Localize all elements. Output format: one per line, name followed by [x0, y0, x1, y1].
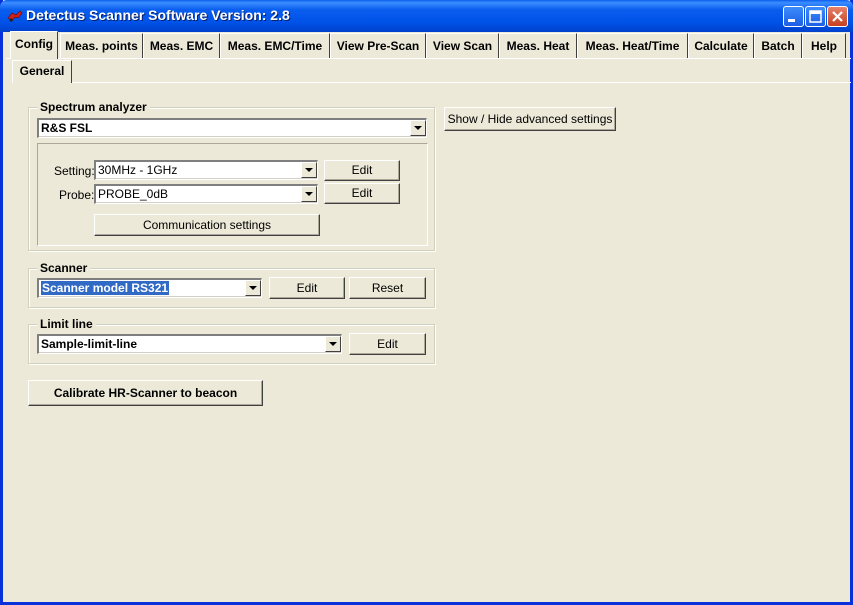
tab-calculate[interactable]: Calculate	[688, 33, 754, 58]
close-icon	[832, 11, 843, 22]
chevron-down-icon[interactable]	[325, 336, 341, 352]
tab-view-pre-scan[interactable]: View Pre-Scan	[330, 33, 426, 58]
minimize-button[interactable]	[783, 6, 804, 27]
analyzer-value: R&S FSL	[41, 121, 93, 135]
tab-config[interactable]: Config	[10, 31, 58, 59]
tab-view-scan[interactable]: View Scan	[426, 33, 499, 58]
limit-line-group: Limit line Sample-limit-line Edit	[28, 317, 435, 364]
subtab-panel-border	[12, 82, 851, 83]
main-tab-bar: Config Meas. points Meas. EMC Meas. EMC/…	[6, 31, 851, 59]
scanner-reset-button[interactable]: Reset	[349, 277, 426, 299]
minimize-icon	[788, 19, 795, 22]
communication-settings-button[interactable]: Communication settings	[94, 214, 320, 236]
spectrum-analyzer-label: Spectrum analyzer	[37, 100, 150, 114]
app-icon	[7, 10, 23, 22]
maximize-icon	[809, 10, 822, 23]
tab-meas-emc[interactable]: Meas. EMC	[143, 33, 220, 58]
probe-label: Probe:	[59, 188, 95, 202]
show-hide-advanced-button[interactable]: Show / Hide advanced settings	[444, 107, 616, 131]
chevron-down-icon[interactable]	[410, 120, 426, 136]
tab-meas-heat-time[interactable]: Meas. Heat/Time	[577, 33, 688, 58]
probe-edit-button[interactable]: Edit	[324, 183, 400, 204]
limit-line-edit-button[interactable]: Edit	[349, 333, 426, 355]
tab-general[interactable]: General	[12, 60, 72, 83]
probe-value: PROBE_0dB	[98, 187, 169, 201]
tab-panel-border	[6, 58, 851, 59]
limit-line-select[interactable]: Sample-limit-line	[37, 334, 342, 354]
analyzer-select[interactable]: R&S FSL	[37, 118, 427, 138]
setting-label: Setting:	[54, 164, 95, 178]
setting-value: 30MHz - 1GHz	[98, 163, 178, 177]
tab-help[interactable]: Help	[802, 33, 846, 58]
chevron-down-icon[interactable]	[245, 280, 261, 296]
setting-edit-button[interactable]: Edit	[324, 160, 400, 181]
scanner-model-value: Scanner model RS321	[41, 281, 170, 295]
scanner-group: Scanner Scanner model RS321 Edit Reset	[28, 261, 435, 308]
title-bar[interactable]: Detectus Scanner Software Version: 2.8	[0, 0, 853, 32]
limit-line-value: Sample-limit-line	[41, 337, 138, 351]
setting-select[interactable]: 30MHz - 1GHz	[94, 160, 318, 180]
analyzer-settings-frame: Setting: 30MHz - 1GHz Edit Probe: PROBE_…	[37, 143, 428, 246]
tab-batch[interactable]: Batch	[754, 33, 802, 58]
scanner-model-select[interactable]: Scanner model RS321	[37, 278, 262, 298]
main-window: Detectus Scanner Software Version: 2.8 C…	[0, 0, 853, 605]
probe-select[interactable]: PROBE_0dB	[94, 184, 318, 204]
chevron-down-icon[interactable]	[301, 162, 317, 178]
scanner-label: Scanner	[37, 261, 91, 275]
window-title: Detectus Scanner Software Version: 2.8	[26, 7, 290, 23]
chevron-down-icon[interactable]	[301, 186, 317, 202]
calibrate-button[interactable]: Calibrate HR-Scanner to beacon	[28, 380, 263, 406]
tab-meas-emc-time[interactable]: Meas. EMC/Time	[220, 33, 330, 58]
spectrum-analyzer-group: Spectrum analyzer R&S FSL Setting: 30MHz…	[28, 100, 435, 251]
maximize-button[interactable]	[805, 6, 826, 27]
limit-line-label: Limit line	[37, 317, 96, 331]
scanner-edit-button[interactable]: Edit	[269, 277, 345, 299]
tab-meas-heat[interactable]: Meas. Heat	[499, 33, 577, 58]
close-button[interactable]	[827, 6, 848, 27]
tab-meas-points[interactable]: Meas. points	[60, 33, 143, 58]
